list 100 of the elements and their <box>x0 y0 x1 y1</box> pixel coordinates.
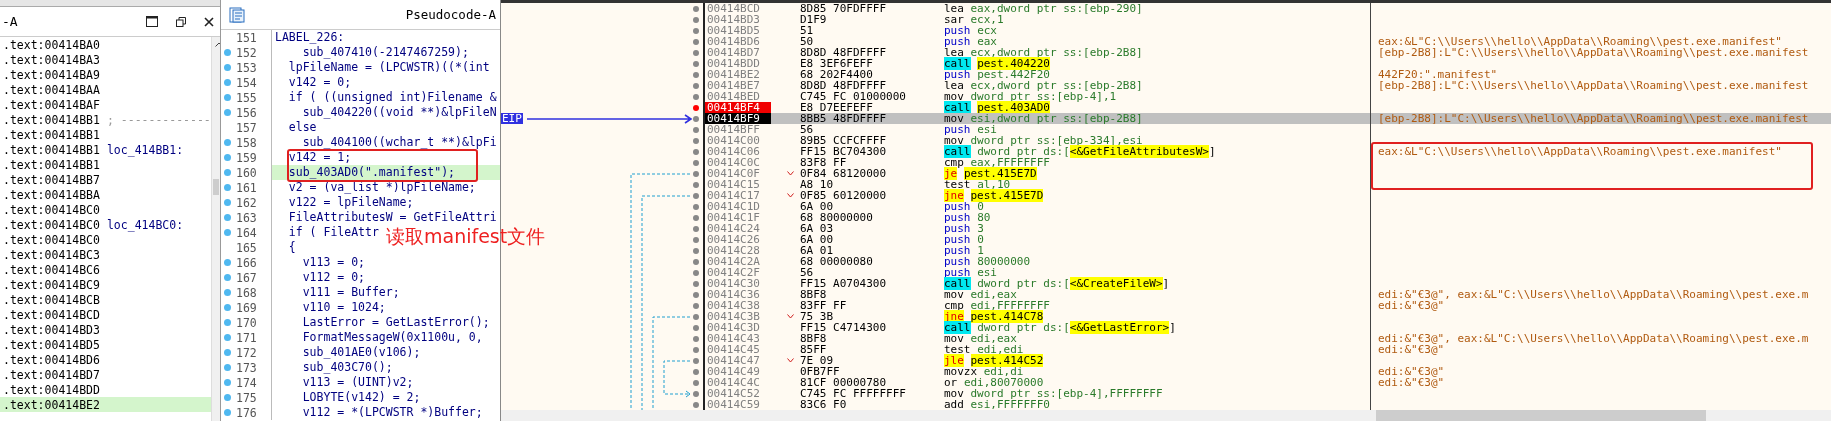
listing-row[interactable]: .text:00414BA3 <box>0 52 211 67</box>
comment-text: edi:&"€3@" <box>1370 366 1831 377</box>
breakpoint-dot-icon[interactable] <box>693 302 699 309</box>
breakpoint-dot-icon[interactable] <box>693 181 699 188</box>
breakpoint-dot-icon[interactable] <box>693 71 699 78</box>
listing-row[interactable]: .text:00414BC0 <box>0 232 211 247</box>
line-number: 170 <box>236 315 257 330</box>
breakpoint-dot-icon[interactable] <box>693 49 699 56</box>
instruction-text: call dword ptr ds:[<&CreateFileW>] <box>944 278 1171 289</box>
breakpoint-dot-icon[interactable] <box>693 214 699 221</box>
listing-row[interactable]: .text:00414BB1 ; ------------- <box>0 112 211 127</box>
scrollbar-thumb[interactable] <box>212 179 219 195</box>
breakpoint-dot-icon[interactable] <box>693 126 699 133</box>
breakpoint-dot-icon[interactable] <box>693 159 699 166</box>
breakpoint-dot-icon[interactable] <box>693 225 699 232</box>
breakpoint-dot-icon[interactable] <box>693 60 699 67</box>
breakpoint-dot-icon[interactable] <box>693 401 699 408</box>
breakpoint-dot-icon[interactable] <box>693 313 699 320</box>
listing-row[interactable]: .text:00414BC0 loc_414BC0: <box>0 217 211 232</box>
breakpoint-dot-icon[interactable] <box>693 5 699 12</box>
breakpoint-dot-icon[interactable] <box>693 93 699 100</box>
breakpoint-dot-icon[interactable] <box>693 247 699 254</box>
listing-row[interactable]: .text:00414BCB <box>0 292 211 307</box>
line-number: 157 <box>236 120 257 135</box>
label-text: loc_414BB1: <box>106 142 184 157</box>
breakpoint-dot-icon[interactable] <box>693 346 699 353</box>
breakpoint-dot-icon[interactable] <box>693 390 699 397</box>
address-text: .text:00414BC0 <box>3 232 100 247</box>
pseudocode-tab-title[interactable]: Pseudocode-A <box>405 7 496 22</box>
address-text: .text:00414BD7 <box>3 367 100 382</box>
breakpoint-dot-icon[interactable] <box>693 357 699 364</box>
scroll-up-icon[interactable] <box>214 42 220 47</box>
listing-row[interactable]: .text:00414BE2 <box>0 397 211 412</box>
breakpoint-dot-icon[interactable] <box>693 16 699 23</box>
listing-row[interactable]: .text:00414BA9 <box>0 67 211 82</box>
code-line: sub_404220((void **)&lpFileN <box>301 105 497 120</box>
listing-row[interactable]: .text:00414BD5 <box>0 337 211 352</box>
breakpoint-dot-icon[interactable] <box>693 104 699 111</box>
breakpoint-dot-icon[interactable] <box>693 280 699 287</box>
breakpoint-dot-icon[interactable] <box>693 324 699 331</box>
label-text: loc_414BC0: <box>106 217 184 232</box>
listing-row[interactable]: .text:00414BCD <box>0 307 211 322</box>
breakpoint-dot-icon[interactable] <box>693 170 699 177</box>
address-text: .text:00414BD3 <box>3 322 100 337</box>
panel-title: -A <box>2 14 19 29</box>
listing-row[interactable]: .text:00414BD7 <box>0 367 211 382</box>
listing-row[interactable]: .text:00414BB1 <box>0 127 211 142</box>
breakpoint-dot-icon[interactable] <box>693 258 699 265</box>
listing-row[interactable]: .text:00414BAF <box>0 97 211 112</box>
address-cell: 00414BF4 <box>705 102 771 113</box>
address-text: .text:00414BC0 <box>3 217 100 232</box>
breakpoint-dot-icon[interactable] <box>693 115 699 122</box>
code-line: v111 = Buffer; <box>301 285 400 300</box>
listing-row[interactable]: .text:00414BA0 <box>0 37 211 52</box>
listing-row[interactable]: .text:00414BB7 <box>0 172 211 187</box>
jump-caret-icon <box>787 314 794 319</box>
breakpoint-dot-icon[interactable] <box>693 38 699 45</box>
instruction-text: push pest.442F20 <box>944 69 1050 80</box>
breakpoint-dot-icon[interactable] <box>693 203 699 210</box>
listing-row[interactable]: .text:00414BC9 <box>0 277 211 292</box>
listing-row[interactable]: .text:00414BD3 <box>0 322 211 337</box>
breakpoint-dot-icon[interactable] <box>693 192 699 199</box>
breakpoint-dot-icon[interactable] <box>693 379 699 386</box>
bytes-cell-text: A8 10 <box>800 179 835 190</box>
listing-row[interactable]: .text:00414BAA <box>0 82 211 97</box>
instruction-text: mov dword ptr ss:[ebp-4],FFFFFFFF <box>944 388 1164 399</box>
breakpoint-dot-icon[interactable] <box>693 148 699 155</box>
breakpoint-dot-icon[interactable] <box>693 368 699 375</box>
listing-row[interactable]: .text:00414BDD <box>0 382 211 397</box>
listing-row[interactable]: .text:00414BB1 <box>0 157 211 172</box>
bytes-cell-text: 8D8D 48FDFFFF <box>800 47 888 58</box>
bytes-cell-text: 0FB7FF <box>800 366 841 377</box>
listing-row[interactable]: .text:00414BD6 <box>0 352 211 367</box>
listing-row[interactable]: .text:00414BC0 <box>0 202 211 217</box>
line-number: 161 <box>236 180 257 195</box>
breakpoint-dot-icon[interactable] <box>693 236 699 243</box>
maximize-icon[interactable] <box>146 16 158 27</box>
instruction-text: test al,10 <box>944 179 1011 190</box>
bytes-cell-text: 75 3B <box>800 311 835 322</box>
breakpoint-dot-icon[interactable] <box>693 27 699 34</box>
comment-text: 442F20:".manifest" <box>1370 69 1831 80</box>
listing-row[interactable]: .text:00414BC6 <box>0 262 211 277</box>
listing-row[interactable]: .text:00414BBA <box>0 187 211 202</box>
code-line: FormatMessageW(0x1100u, 0, <box>301 330 483 345</box>
instruction-text: push esi <box>944 124 998 135</box>
listing-row[interactable]: .text:00414BB1 loc_414BB1: <box>0 142 211 157</box>
scrollbar[interactable] <box>210 37 220 421</box>
breakpoint-dot-icon[interactable] <box>693 335 699 342</box>
close-icon[interactable] <box>204 16 214 27</box>
breakpoint-dot-icon[interactable] <box>693 291 699 298</box>
line-number: 171 <box>236 330 257 345</box>
restore-icon[interactable] <box>176 16 186 27</box>
breakpoint-dot-icon[interactable] <box>693 269 699 276</box>
breakpoint-dot-icon[interactable] <box>693 137 699 144</box>
instruction-text: movzx edi,di <box>944 366 1024 377</box>
instruction-text: push 1 <box>944 245 984 256</box>
horizontal-scrollbar[interactable] <box>501 410 1831 421</box>
listing-row[interactable]: .text:00414BC3 <box>0 247 211 262</box>
document-icon <box>229 6 245 23</box>
breakpoint-dot-icon[interactable] <box>693 82 699 89</box>
